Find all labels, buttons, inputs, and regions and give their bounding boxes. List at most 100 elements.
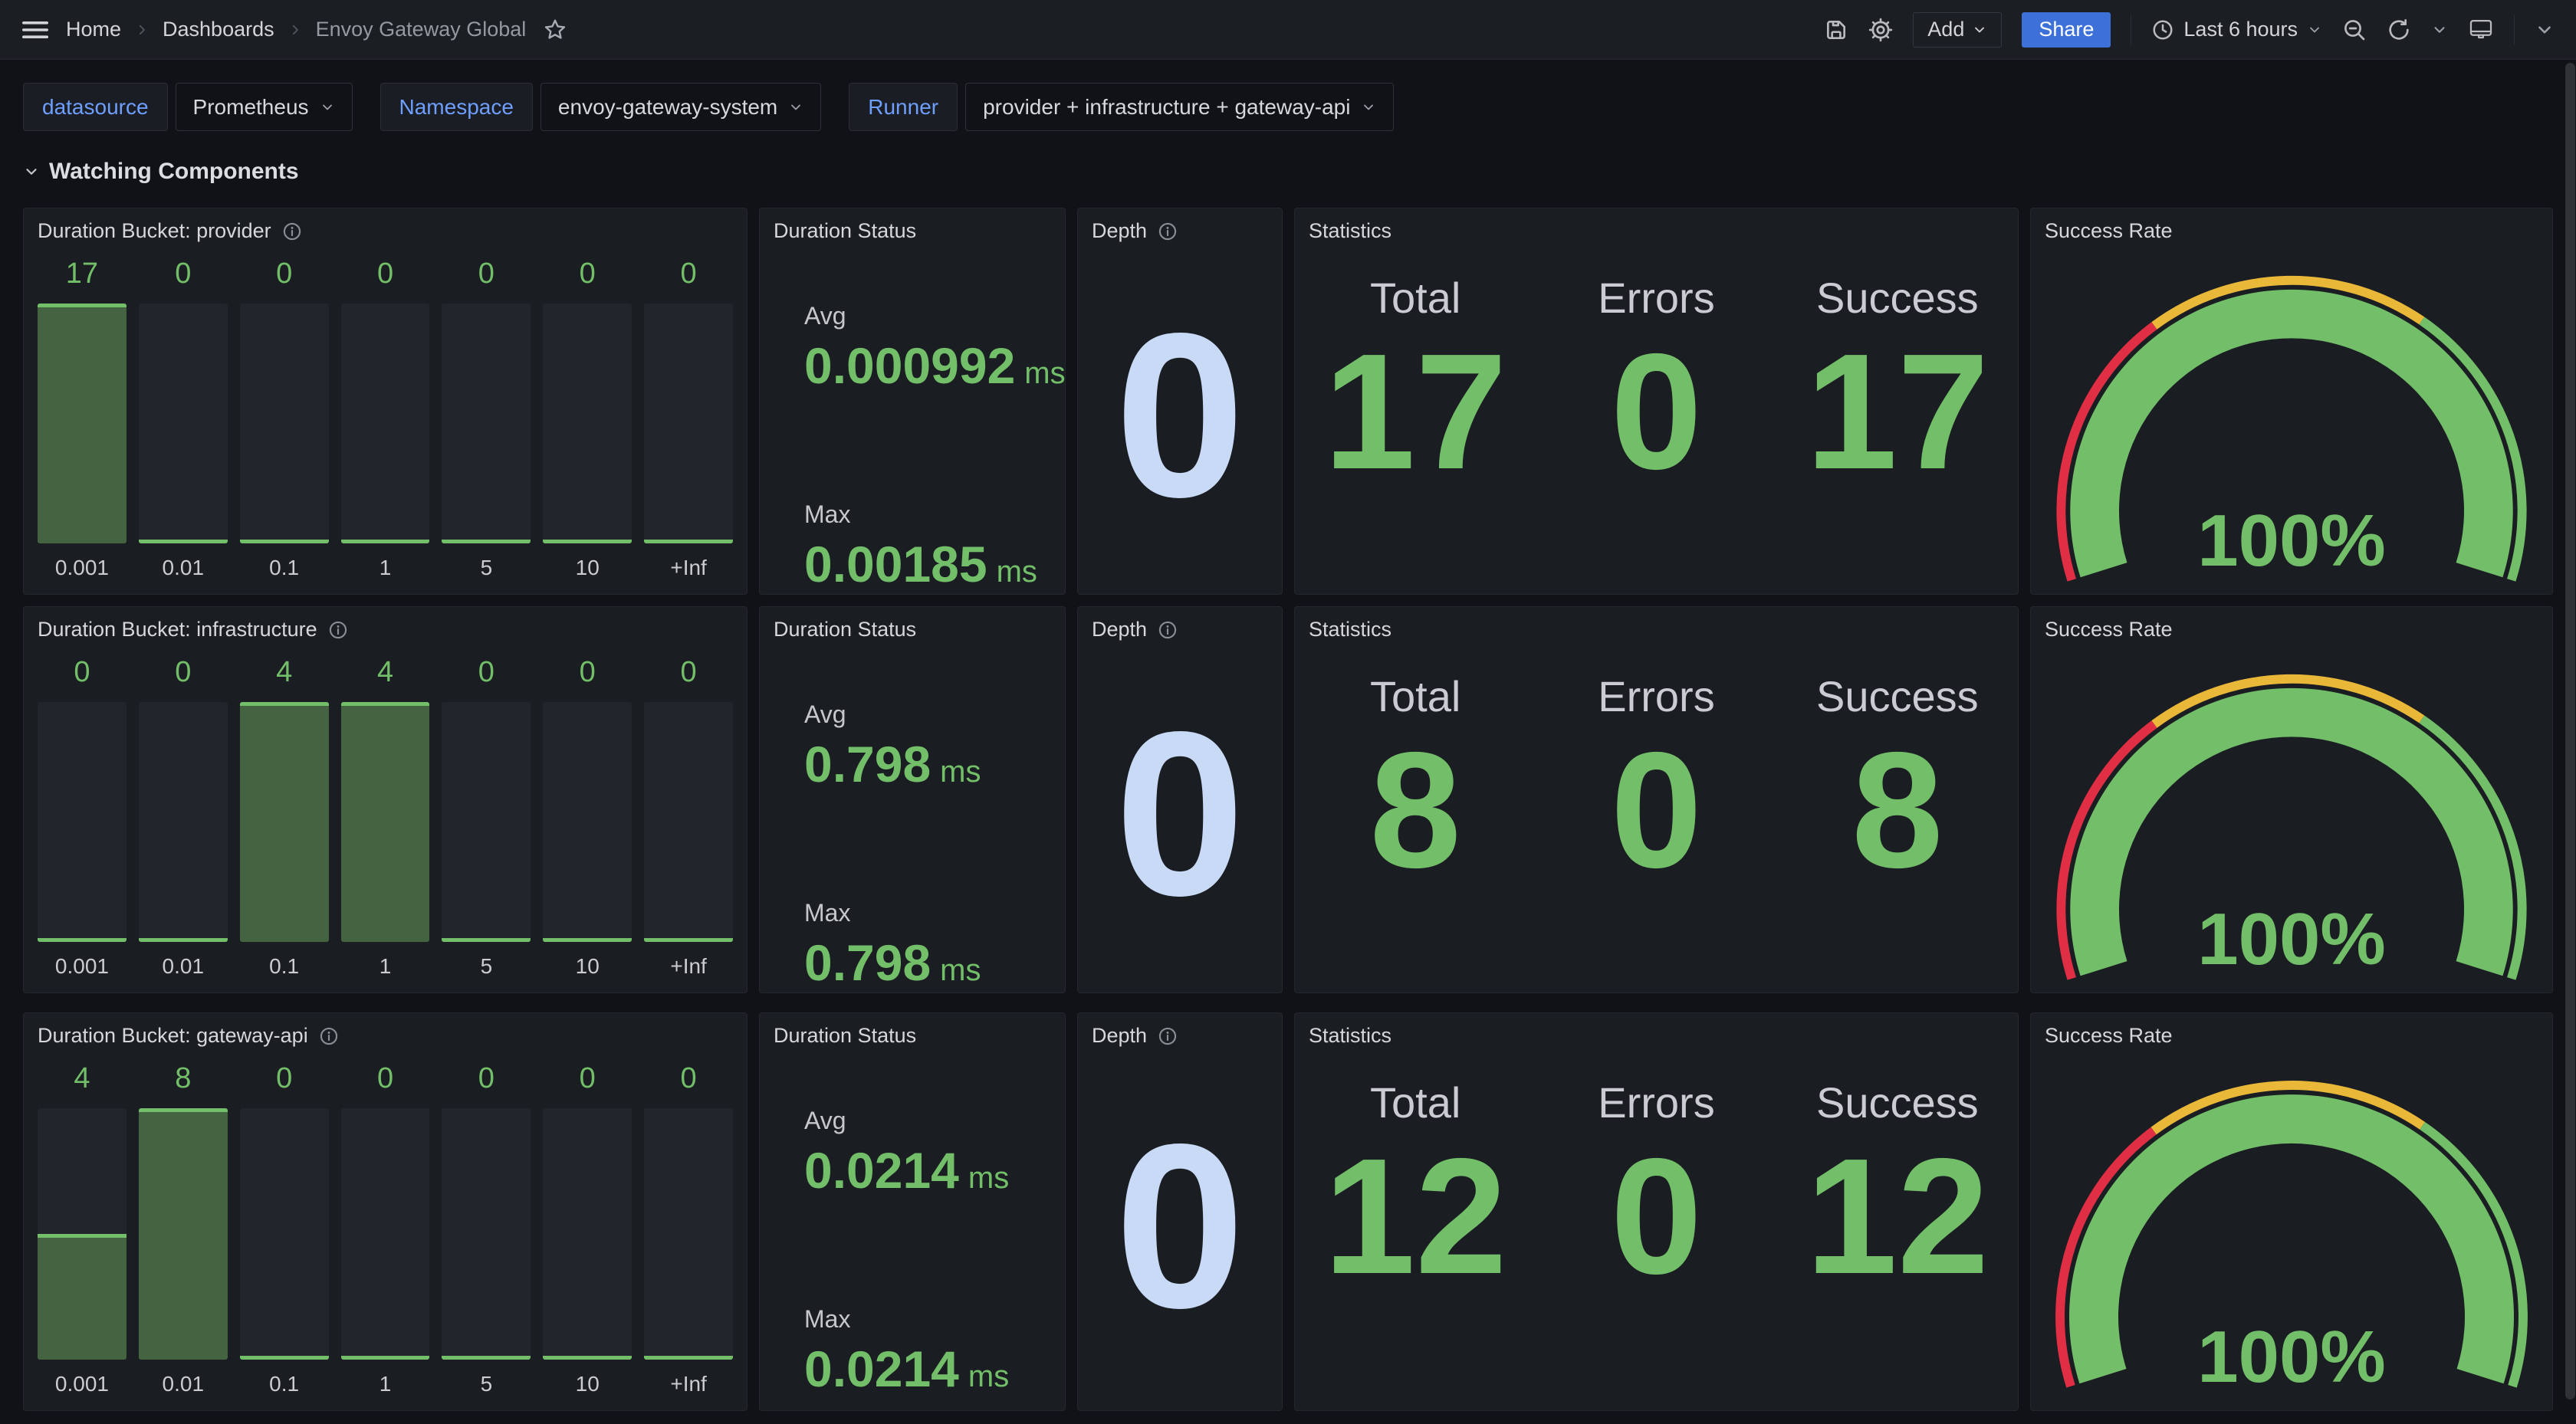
stat-total: Total 17 — [1295, 247, 1536, 594]
bar-value-label: 0 — [644, 258, 733, 297]
duration-bucket-chart: 170.00100.0100.101050100+Inf — [38, 258, 733, 580]
favorite-star-icon[interactable] — [543, 18, 567, 42]
menu-hamburger-icon[interactable] — [21, 18, 49, 41]
bar-track — [341, 1108, 430, 1360]
bar-value-label: 0 — [240, 1062, 329, 1102]
bar-tick-label: 1 — [341, 942, 430, 979]
time-range-picker[interactable]: Last 6 hours — [2151, 18, 2322, 41]
save-dashboard-icon[interactable] — [1824, 18, 1848, 42]
bar-track — [38, 1108, 127, 1360]
bar-tick-label: 0.1 — [240, 543, 329, 580]
success-label: Success — [1777, 1078, 2018, 1127]
bar-value-label: 4 — [38, 1062, 127, 1102]
max-label: Max — [804, 500, 1053, 529]
bucket-bar: 4 0.001 — [38, 1062, 127, 1396]
avg-stat: Avg 0.000992 ms — [804, 302, 1053, 395]
avg-label: Avg — [804, 701, 1053, 729]
max-value: 0.798 ms — [804, 933, 1053, 992]
panel-statistics: Statistics Total 17 Errors 0 Success 17 — [1294, 208, 2019, 595]
info-icon[interactable] — [1158, 221, 1178, 241]
bar-fill — [543, 1356, 632, 1360]
chevron-right-icon — [135, 23, 149, 37]
namespace-selected-value: envoy-gateway-system — [558, 95, 777, 120]
bar-value-label: 0 — [543, 656, 632, 696]
toolbar-collapse-chevron-icon[interactable] — [2535, 20, 2555, 40]
share-button[interactable]: Share — [2022, 12, 2111, 48]
bar-track — [240, 702, 329, 942]
bar-value-label: 0 — [240, 258, 329, 297]
panel-title[interactable]: Success Rate — [2045, 1024, 2173, 1048]
bar-track — [442, 1108, 531, 1360]
dashboard-settings-gear-icon[interactable] — [1868, 18, 1893, 42]
bar-value-label: 0 — [38, 656, 127, 696]
add-button[interactable]: Add — [1913, 12, 2002, 48]
panel-duration-status: Duration Status Avg 0.000992 ms Max 0.00… — [759, 208, 1066, 595]
breadcrumb-home[interactable]: Home — [66, 18, 121, 41]
bar-fill — [644, 938, 733, 942]
panel-success-rate: Success Rate 100% — [2030, 1012, 2553, 1411]
panel-title[interactable]: Duration Bucket: gateway-api — [38, 1024, 308, 1048]
panel-title[interactable]: Depth — [1092, 219, 1147, 243]
info-icon[interactable] — [328, 620, 348, 640]
bar-track — [543, 1108, 632, 1360]
panel-title[interactable]: Depth — [1092, 618, 1147, 641]
info-icon[interactable] — [319, 1026, 339, 1046]
panel-statistics: Statistics Total 12 Errors 0 Success 12 — [1294, 1012, 2019, 1411]
info-icon[interactable] — [1158, 1026, 1178, 1046]
bar-tick-label: 0.01 — [139, 1360, 228, 1396]
panel-title[interactable]: Duration Status — [774, 618, 916, 641]
max-value: 0.0214 ms — [804, 1340, 1053, 1398]
refresh-icon[interactable] — [2387, 18, 2411, 42]
bar-tick-label: 0.001 — [38, 1360, 127, 1396]
datasource-select[interactable]: Prometheus — [176, 83, 353, 131]
panel-title[interactable]: Success Rate — [2045, 618, 2173, 641]
info-icon[interactable] — [1158, 620, 1178, 640]
panel-title[interactable]: Statistics — [1309, 1024, 1392, 1048]
zoom-out-time-icon[interactable] — [2342, 18, 2367, 42]
bucket-bar: 00.1 — [240, 258, 329, 580]
panel-title[interactable]: Duration Bucket: infrastructure — [38, 618, 317, 641]
bar-value-label: 17 — [38, 258, 127, 297]
total-label: Total — [1295, 1078, 1536, 1127]
max-value: 0.00185 ms — [804, 535, 1053, 593]
kiosk-monitor-icon[interactable] — [2468, 17, 2494, 43]
bar-fill — [543, 540, 632, 543]
bar-tick-label: 0.001 — [38, 543, 127, 580]
breadcrumb-current: Envoy Gateway Global — [316, 18, 527, 41]
bar-fill — [644, 1356, 733, 1360]
bar-tick-label: 0.001 — [38, 942, 127, 979]
panel-title[interactable]: Success Rate — [2045, 219, 2173, 243]
runner-select[interactable]: provider + infrastructure + gateway-api — [965, 83, 1394, 131]
errors-value: 0 — [1536, 1132, 1776, 1300]
bar-tick-label: 5 — [442, 543, 531, 580]
success-value: 12 — [1777, 1132, 2018, 1300]
bar-track — [341, 702, 430, 942]
panel-title[interactable]: Depth — [1092, 1024, 1147, 1048]
success-rate-value: 100% — [2031, 897, 2552, 982]
panel-title[interactable]: Duration Bucket: provider — [38, 219, 271, 243]
bar-fill — [341, 540, 430, 543]
row-watching-components[interactable]: Watching Components — [23, 159, 2576, 185]
duration-bucket-chart: 00.00100.0140.141050100+Inf — [38, 656, 733, 979]
bar-value-label: 0 — [442, 1062, 531, 1102]
panel-title[interactable]: Duration Status — [774, 219, 916, 243]
panel-title[interactable]: Duration Status — [774, 1024, 916, 1048]
bar-track — [644, 1108, 733, 1360]
panel-title[interactable]: Statistics — [1309, 618, 1392, 641]
dashboard-row: Duration Bucket: gateway-api 40.00180.01… — [23, 1012, 2553, 1411]
bucket-bar: 0+Inf — [644, 656, 733, 979]
success-rate-gauge: 100% — [2031, 645, 2552, 993]
panel-title[interactable]: Statistics — [1309, 219, 1392, 243]
breadcrumb-dashboards[interactable]: Dashboards — [163, 18, 274, 41]
bar-value-label: 0 — [341, 1062, 430, 1102]
info-icon[interactable] — [282, 221, 302, 241]
total-value: 12 — [1295, 1132, 1536, 1300]
refresh-interval-chevron-icon[interactable] — [2431, 21, 2448, 38]
vertical-scrollbar[interactable] — [2565, 63, 2575, 1399]
bar-fill — [38, 1234, 127, 1360]
bucket-bar: 40.1 — [240, 656, 329, 979]
bar-tick-label: 10 — [543, 942, 632, 979]
bar-value-label: 0 — [442, 258, 531, 297]
total-label: Total — [1295, 671, 1536, 721]
namespace-select[interactable]: envoy-gateway-system — [540, 83, 821, 131]
